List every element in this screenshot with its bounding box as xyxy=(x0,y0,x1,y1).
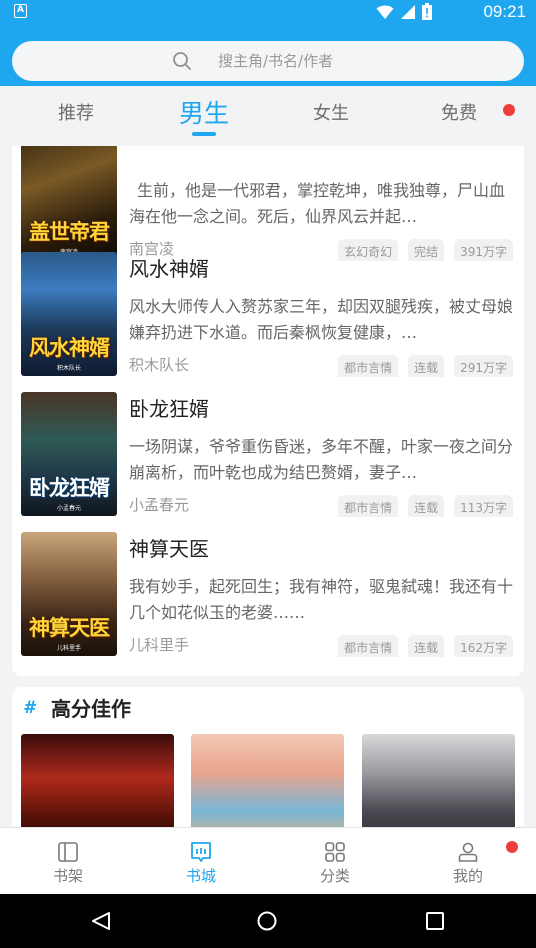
book-author: 积木队长 xyxy=(129,356,190,374)
hash-icon: # xyxy=(23,698,35,718)
app-notification-icon: A xyxy=(14,4,27,18)
tab-free[interactable]: 免费 xyxy=(419,86,499,142)
cover-author-art: 小孟春元 xyxy=(56,505,81,512)
bookstore-icon xyxy=(191,842,211,862)
nav-label: 书城 xyxy=(185,867,216,885)
nav-label: 我的 xyxy=(452,867,483,885)
active-tab-indicator xyxy=(192,132,216,136)
status-tag: 连载 xyxy=(408,495,445,517)
nav-bookshelf[interactable]: 书架 xyxy=(28,828,108,895)
book-description: 我有妙手，起死回生；我有神符，驱鬼弑魂！我还有十几个如花似玉的老婆…… xyxy=(129,577,514,622)
book-cover[interactable]: 风水神婿 积木队长 xyxy=(21,252,117,376)
search-placeholder: 搜主角/书名/作者 xyxy=(218,52,334,70)
book-tags: 都市言情 连载 162万字 xyxy=(338,635,513,657)
tab-female[interactable]: 女生 xyxy=(291,86,371,142)
status-tag: 连载 xyxy=(408,355,445,377)
nav-label: 书架 xyxy=(52,867,83,885)
book-item[interactable]: 神算天医 儿科里手 神算天医 我有妙手，起死回生；我有神符，驱鬼弑魂！我还有十几… xyxy=(12,532,524,657)
tab-free-badge-dot xyxy=(503,104,515,116)
top-bar: 搜主角/书名/作者 xyxy=(0,24,536,86)
book-author: 小孟春元 xyxy=(129,496,190,514)
book-cover[interactable]: 神算天医 儿科里手 xyxy=(21,532,117,656)
profile-icon xyxy=(458,842,478,862)
cover-author-art: 积木队长 xyxy=(56,365,81,372)
genre-tag: 都市言情 xyxy=(338,635,399,657)
nav-profile[interactable]: 我的 xyxy=(428,828,508,895)
cover-title-art: 卧龙狂婿 xyxy=(29,475,110,500)
category-grid-icon xyxy=(325,842,345,862)
nav-category[interactable]: 分类 xyxy=(295,828,375,895)
book-item[interactable]: 风水神婿 积木队长 风水神婿 风水大师传人入赘苏家三年，却因双腿残疾，被丈母娘嫌… xyxy=(12,252,524,377)
word-count-tag: 113万字 xyxy=(454,495,513,517)
category-tabs: 推荐 男生 女生 免费 xyxy=(0,86,536,146)
status-bar: A 09:21 xyxy=(0,0,536,24)
book-author: 儿科里手 xyxy=(129,636,190,654)
high-score-section: # 高分佳作 xyxy=(12,687,524,847)
battery-alert-icon xyxy=(422,3,432,20)
bottom-nav: 书架 书城 分类 我的 xyxy=(0,827,536,894)
book-cover[interactable]: 卧龙狂婿 小孟春元 xyxy=(21,392,117,516)
book-tags: 都市言情 连载 291万字 xyxy=(338,355,513,377)
search-input[interactable]: 搜主角/书名/作者 xyxy=(12,41,524,81)
word-count-tag: 291万字 xyxy=(454,355,513,377)
book-cover[interactable]: 盖世帝君 南宫凌 xyxy=(21,146,117,260)
home-icon[interactable] xyxy=(256,910,278,932)
book-tags: 都市言情 连载 113万字 xyxy=(338,495,513,517)
word-count-tag: 162万字 xyxy=(454,635,513,657)
book-title[interactable]: 神算天医 xyxy=(129,534,209,564)
cover-title-art: 盖世帝君 xyxy=(29,219,110,244)
book-description: 一场阴谋，爷爷重伤昏迷，多年不醒，叶家一夜之间分崩离析，而叶乾也成为结巴赘婿，妻… xyxy=(129,437,514,482)
section-title: 高分佳作 xyxy=(51,697,131,721)
book-description: 风水大师传人入赘苏家三年，却因双腿残疾，被丈母娘嫌弃扔进下水道。而后秦枫恢复健康… xyxy=(129,297,514,342)
nav-label: 分类 xyxy=(319,867,350,885)
book-description: 生前，他是一代邪君，掌控乾坤，唯我独尊，尸山血海在他一念之间。死后，仙界风云并起… xyxy=(129,181,506,226)
cover-title-art: 风水神婿 xyxy=(29,335,110,360)
book-list: 盖世帝君 南宫凌 生前，他是一代邪君，掌控乾坤，唯我独尊，尸山血海在他一念之间。… xyxy=(12,146,524,676)
nav-bookstore[interactable]: 书城 xyxy=(161,828,241,895)
system-navigation-bar xyxy=(0,894,536,948)
genre-tag: 都市言情 xyxy=(338,495,399,517)
cellular-signal-icon xyxy=(401,4,415,19)
wifi-icon xyxy=(376,5,394,19)
clock: 09:21 xyxy=(483,2,526,21)
book-item[interactable]: 盖世帝君 南宫凌 生前，他是一代邪君，掌控乾坤，唯我独尊，尸山血海在他一念之间。… xyxy=(12,146,524,261)
book-item[interactable]: 卧龙狂婿 小孟春元 卧龙狂婿 一场阴谋，爷爷重伤昏迷，多年不醒，叶家一夜之间分崩… xyxy=(12,392,524,517)
book-title[interactable]: 风水神婿 xyxy=(129,254,209,284)
cover-title-art: 神算天医 xyxy=(29,615,110,640)
system-icons xyxy=(376,3,432,20)
book-title[interactable]: 卧龙狂婿 xyxy=(129,394,209,424)
tab-recommend[interactable]: 推荐 xyxy=(36,86,116,142)
cover-author-art: 儿科里手 xyxy=(56,645,81,652)
genre-tag: 都市言情 xyxy=(338,355,399,377)
status-tag: 连载 xyxy=(408,635,445,657)
search-icon xyxy=(173,52,191,70)
back-icon[interactable] xyxy=(90,910,112,932)
bookshelf-icon xyxy=(58,842,78,862)
profile-badge-dot xyxy=(506,841,518,853)
recents-icon[interactable] xyxy=(425,911,445,931)
